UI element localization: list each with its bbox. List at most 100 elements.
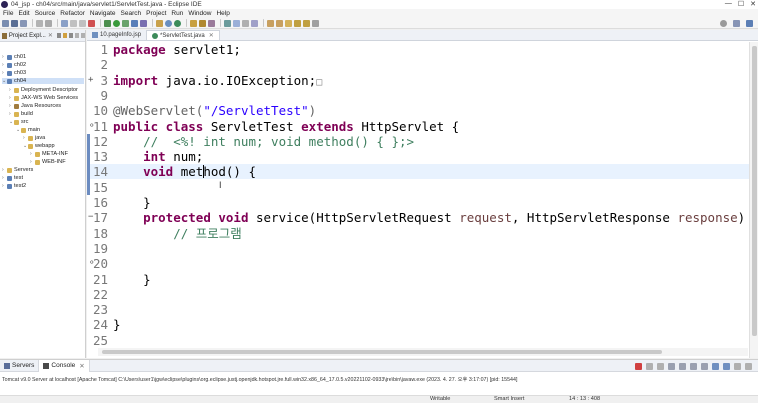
remove-all-icon[interactable] — [657, 363, 664, 370]
external-tools-icon[interactable] — [140, 19, 147, 27]
tree-item-servers[interactable]: › Servers — [2, 167, 33, 173]
tree-item-jax-ws[interactable]: › JAX-WS Web Services — [9, 95, 78, 101]
menu-project[interactable]: Project — [146, 10, 166, 17]
open-task-icon[interactable] — [199, 19, 206, 27]
menu-run[interactable]: Run — [171, 10, 183, 17]
tree-item-src[interactable]: ⌄ src — [9, 119, 28, 125]
vertical-scrollbar[interactable] — [749, 42, 758, 358]
new-java-project-icon[interactable] — [156, 19, 163, 27]
code-line[interactable]: 9 — [87, 88, 749, 103]
new-class-icon[interactable] — [174, 19, 181, 27]
fold-marker-icon[interactable]: + — [88, 73, 93, 88]
tree-item-meta-inf[interactable]: › META-INF — [30, 151, 68, 157]
code-line-current[interactable]: 14 void method() { — [87, 164, 749, 180]
tab-servlettest-java[interactable]: *ServletTest.java ✕ — [146, 30, 220, 40]
close-tab-icon[interactable]: ✕ — [209, 32, 214, 39]
forward-icon[interactable] — [303, 19, 310, 27]
quick-access-icon[interactable] — [720, 20, 727, 27]
coverage-icon[interactable] — [131, 19, 138, 27]
next-annotation-icon[interactable] — [267, 19, 274, 27]
show-whitespace-icon[interactable] — [242, 19, 249, 27]
suspend-icon[interactable] — [79, 19, 86, 27]
code-line[interactable]: 12 // <%! int num; void method() { };> — [87, 134, 749, 149]
last-edit-location-icon[interactable] — [285, 19, 292, 27]
maximize-view-icon[interactable] — [81, 33, 85, 38]
project-explorer-title[interactable]: Project Expl... — [9, 33, 46, 39]
terminate-icon[interactable] — [635, 363, 642, 370]
debug-icon[interactable] — [104, 19, 111, 27]
print-icon[interactable] — [36, 19, 43, 27]
code-line[interactable]: 19 — [87, 241, 749, 256]
tree-item-test[interactable]: › test — [2, 175, 23, 181]
pin-console-icon[interactable] — [701, 363, 708, 370]
code-line[interactable]: 10 @WebServlet("/ServletTest") — [87, 103, 749, 118]
word-wrap-icon[interactable] — [251, 19, 258, 27]
tab-pageinfo-jsp[interactable]: 10.pageInfo.jsp — [87, 30, 146, 40]
code-line[interactable]: 13 int num; — [87, 149, 749, 164]
toggle-mark-occurrences-icon[interactable] — [224, 19, 231, 27]
tree-item-main[interactable]: ⌄ main — [16, 127, 40, 133]
tree-item-java-resources[interactable]: › Java Resources — [9, 103, 61, 109]
tree-item-deployment-descriptor[interactable]: › Deployment Descriptor — [9, 87, 78, 93]
code-line[interactable]: 3 + import java.io.IOException;□ — [87, 73, 749, 88]
tab-console[interactable]: Console ✕ — [38, 359, 90, 372]
terminal-icon[interactable] — [45, 19, 52, 27]
link-editor-icon[interactable] — [62, 33, 67, 38]
skip-breakpoints-icon[interactable] — [61, 19, 68, 27]
open-perspective-icon[interactable] — [733, 20, 740, 27]
back-icon[interactable] — [294, 19, 301, 27]
code-area[interactable]: 1 package servlet1; 2 3 + import java.io.IOEx… — [87, 42, 758, 358]
tree-item-webapp[interactable]: ⌄ webapp — [23, 143, 55, 149]
code-line[interactable]: 23 — [87, 302, 749, 317]
tree-item-ch02[interactable]: › ch02 — [2, 62, 26, 68]
new-icon[interactable] — [2, 19, 9, 27]
tree-item-test2[interactable]: › test2 — [2, 183, 26, 189]
collapse-all-icon[interactable] — [56, 33, 61, 38]
scroll-lock-icon[interactable] — [679, 363, 686, 370]
code-line[interactable]: 1 package servlet1; — [87, 42, 749, 57]
save-all-icon[interactable] — [20, 19, 27, 27]
code-line[interactable]: 17− protected void service(HttpServletRe… — [87, 210, 758, 225]
minimize-view-icon[interactable] — [734, 363, 741, 370]
code-line[interactable]: 20 ⚬ — [87, 256, 749, 271]
resume-icon[interactable] — [70, 19, 77, 27]
search-icon[interactable] — [208, 19, 215, 27]
menu-window[interactable]: Window — [188, 10, 211, 17]
maximize-view-icon[interactable] — [745, 363, 752, 370]
toggle-block-selection-icon[interactable] — [233, 19, 240, 27]
remove-launch-icon[interactable] — [646, 363, 653, 370]
open-console-icon[interactable] — [723, 363, 730, 370]
previous-annotation-icon[interactable] — [276, 19, 283, 27]
run-icon[interactable] — [113, 19, 120, 27]
terminate-icon[interactable] — [88, 19, 95, 27]
menu-navigate[interactable]: Navigate — [90, 10, 116, 17]
run-menu-icon[interactable] — [122, 19, 129, 27]
pin-editor-icon[interactable] — [312, 19, 319, 27]
code-line[interactable]: 25 — [87, 333, 749, 348]
code-line[interactable]: 24} — [87, 317, 749, 332]
close-view-icon[interactable]: ✕ — [48, 32, 53, 39]
code-line[interactable]: 2 — [87, 57, 749, 72]
fold-marker-icon[interactable]: − — [88, 210, 93, 225]
view-menu-icon[interactable] — [68, 33, 73, 38]
menu-source[interactable]: Source — [35, 10, 56, 17]
tree-item-web-inf[interactable]: › WEB-INF — [30, 159, 66, 165]
tree-item-ch04[interactable]: ⌄ ch04 — [2, 78, 84, 84]
code-line[interactable]: 16 } — [87, 195, 749, 210]
save-icon[interactable] — [11, 19, 18, 27]
menu-search[interactable]: Search — [121, 10, 142, 17]
fold-marker-icon[interactable]: ⚬ — [88, 256, 96, 271]
tree-item-build[interactable]: › build — [9, 111, 33, 117]
minimize-button[interactable]: — — [725, 0, 732, 8]
scrollbar-thumb[interactable] — [102, 350, 662, 354]
close-button[interactable]: ✕ — [750, 0, 756, 8]
clear-console-icon[interactable] — [668, 363, 675, 370]
code-line[interactable]: 18 // 프로그램 — [87, 226, 749, 241]
scrollbar-thumb[interactable] — [752, 46, 757, 336]
tree-item-ch01[interactable]: › ch01 — [2, 54, 26, 60]
menu-help[interactable]: Help — [216, 10, 229, 17]
tab-servers[interactable]: Servers — [0, 360, 38, 372]
close-tab-icon[interactable]: ✕ — [79, 362, 84, 370]
maximize-button[interactable]: ☐ — [738, 0, 744, 8]
new-package-icon[interactable] — [165, 19, 172, 27]
